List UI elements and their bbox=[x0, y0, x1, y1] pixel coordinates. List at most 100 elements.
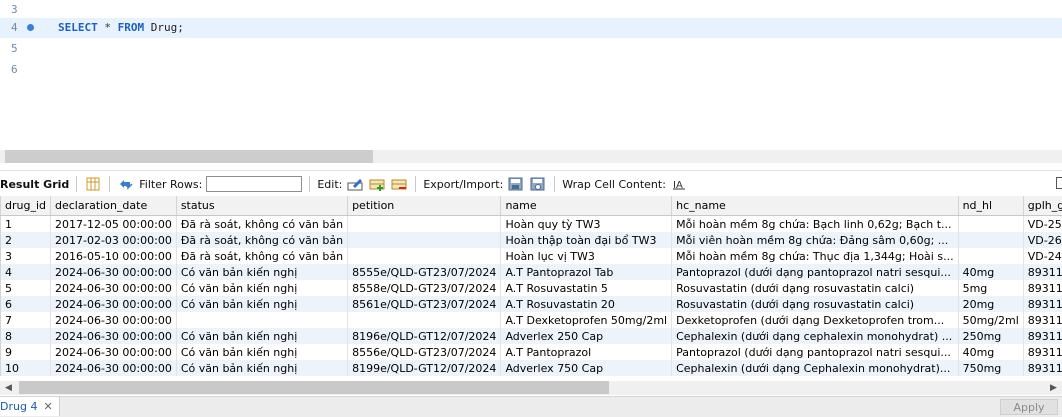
table-row[interactable]: 8 2024-06-30 00:00:00 Có văn bản kiến nghị… bbox=[0, 328, 1062, 344]
delete-row-icon[interactable] bbox=[390, 176, 408, 192]
table-cell[interactable]: Rosuvastatin (dưới dạng rosuvastatin cal… bbox=[671, 296, 959, 312]
wrap-cell-icon[interactable]: IA bbox=[670, 176, 688, 192]
table-cell[interactable]: Đã rà soát, không có văn bản bbox=[176, 215, 349, 232]
table-cell[interactable]: Mỗi hoàn mềm 8g chứa: Thục địa 1,344g; H… bbox=[671, 248, 959, 264]
grid-scrollbar-thumb[interactable] bbox=[19, 381, 609, 394]
table-cell[interactable]: 2024-06-30 00:00:00 bbox=[50, 280, 177, 296]
table-cell[interactable]: Cephalexin (dưới dạng Cephalexin monohyd… bbox=[671, 360, 959, 376]
table-cell[interactable]: 2024-06-30 00:00:00 bbox=[50, 264, 177, 280]
table-cell[interactable]: Hoàn thập toàn đại bổ TW3 bbox=[500, 232, 673, 248]
editor-scrollbar-thumb[interactable] bbox=[5, 150, 373, 163]
table-cell[interactable]: 893110276223 bbox=[1023, 280, 1062, 296]
table-cell[interactable]: VD-25814-16 bbox=[1023, 215, 1062, 232]
panel-toggle-icon[interactable] bbox=[1056, 177, 1062, 189]
sql-statement[interactable]: SELECT * FROM Drug; bbox=[58, 21, 184, 34]
table-cell[interactable]: 8555e/QLD-GT23/07/2024 bbox=[347, 264, 502, 280]
table-cell[interactable]: 8196e/QLD-GT12/07/2024 bbox=[347, 328, 502, 344]
table-cell[interactable]: 893110202123 bbox=[1023, 328, 1062, 344]
table-cell[interactable]: Pantoprazol (dưới dạng pantoprazol natri… bbox=[671, 264, 959, 280]
table-cell[interactable]: 40mg bbox=[958, 344, 1024, 360]
table-cell[interactable]: 7 bbox=[0, 312, 51, 328]
table-cell[interactable]: 2 bbox=[0, 232, 51, 248]
table-cell[interactable]: Pantoprazol (dưới dạng pantoprazol natri… bbox=[671, 344, 959, 360]
table-cell[interactable]: Có văn bản kiến nghị bbox=[176, 296, 349, 312]
table-cell[interactable]: 2024-06-30 00:00:00 bbox=[50, 312, 177, 328]
table-cell[interactable]: 2024-06-30 00:00:00 bbox=[50, 344, 177, 360]
table-cell[interactable]: A.T Pantoprazol Tab bbox=[500, 264, 673, 280]
table-cell[interactable]: 893110236024 bbox=[1023, 360, 1062, 376]
table-cell[interactable]: 2024-06-30 00:00:00 bbox=[50, 360, 177, 376]
sql-editor[interactable]: 3 4 SELECT * FROM Drug; 5 6 bbox=[0, 0, 1062, 150]
table-cell[interactable]: 8556e/QLD-GT23/07/2024 bbox=[347, 344, 502, 360]
table-cell[interactable]: Có văn bản kiến nghị bbox=[176, 280, 349, 296]
column-header[interactable]: petition bbox=[347, 196, 502, 216]
table-cell[interactable]: 750mg bbox=[958, 360, 1024, 376]
refresh-icon[interactable] bbox=[117, 176, 135, 192]
table-cell[interactable]: Cephalexin (dưới dạng cephalexin monohyd… bbox=[671, 328, 959, 344]
table-cell[interactable]: 9 bbox=[0, 344, 51, 360]
table-cell[interactable]: 3 bbox=[0, 248, 51, 264]
table-row[interactable]: 10 2024-06-30 00:00:00 Có văn bản kiến ngh… bbox=[0, 360, 1062, 376]
table-cell[interactable] bbox=[347, 232, 502, 248]
table-cell[interactable] bbox=[958, 215, 1024, 232]
table-cell[interactable]: 2024-06-30 00:00:00 bbox=[50, 296, 177, 312]
table-cell[interactable]: 893110276123 bbox=[1023, 296, 1062, 312]
table-cell[interactable]: 2017-12-05 00:00:00 bbox=[50, 215, 177, 232]
table-row[interactable]: 4 2024-06-30 00:00:00 Có văn bản kiến nghị… bbox=[0, 264, 1062, 280]
table-cell[interactable]: 2016-05-10 00:00:00 bbox=[50, 248, 177, 264]
table-row[interactable]: 6 2024-06-30 00:00:00 Có văn bản kiến nghị… bbox=[0, 296, 1062, 312]
export-icon[interactable] bbox=[507, 176, 525, 192]
table-cell[interactable]: Có văn bản kiến nghị bbox=[176, 328, 349, 344]
column-header[interactable]: declaration_date bbox=[50, 196, 177, 216]
table-cell[interactable]: 40mg bbox=[958, 264, 1024, 280]
table-cell[interactable]: A.T Pantoprazol bbox=[500, 344, 673, 360]
scroll-right-icon[interactable]: ▶ bbox=[1050, 383, 1057, 393]
table-cell[interactable]: Rosuvastatin (dưới dạng rosuvastatin cal… bbox=[671, 280, 959, 296]
table-cell[interactable]: VD-26304-17 bbox=[1023, 232, 1062, 248]
table-cell[interactable]: Dexketoprofen (dưới dạng Dexketoprofen t… bbox=[671, 312, 959, 328]
table-cell[interactable]: Adverlex 250 Cap bbox=[500, 328, 673, 344]
table-cell[interactable]: 6 bbox=[0, 296, 51, 312]
table-cell[interactable]: VD-24300-16 bbox=[1023, 248, 1062, 264]
table-cell[interactable]: A.T Dexketoprofen 50mg/2ml bbox=[500, 312, 673, 328]
table-cell[interactable]: Đã rà soát, không có văn bản bbox=[176, 232, 349, 248]
table-cell[interactable] bbox=[347, 215, 502, 232]
table-cell[interactable]: Có văn bản kiến nghị bbox=[176, 360, 349, 376]
table-cell[interactable]: Đã rà soát, không có văn bản bbox=[176, 248, 349, 264]
table-cell[interactable]: 2024-06-30 00:00:00 bbox=[50, 328, 177, 344]
table-row[interactable]: 1 2017-12-05 00:00:00 Đã rà soát, không có… bbox=[0, 215, 1062, 232]
column-header[interactable]: hc_name bbox=[671, 196, 959, 216]
scroll-left-icon[interactable]: ◀ bbox=[5, 383, 12, 393]
table-cell[interactable]: 2017-02-03 00:00:00 bbox=[50, 232, 177, 248]
table-cell[interactable]: Có văn bản kiến nghị bbox=[176, 264, 349, 280]
table-cell[interactable]: A.T Rosuvastatin 5 bbox=[500, 280, 673, 296]
table-cell[interactable] bbox=[958, 248, 1024, 264]
table-cell[interactable]: 8199e/QLD-GT12/07/2024 bbox=[347, 360, 502, 376]
table-row[interactable]: 9 2024-06-30 00:00:00 Có văn bản kiến nghị… bbox=[0, 344, 1062, 360]
add-row-icon[interactable] bbox=[368, 176, 386, 192]
table-cell[interactable]: Mỗi hoàn mềm 8g chứa: Bạch linh 0,62g; B… bbox=[671, 215, 959, 232]
table-cell[interactable]: Hoàn lục vị TW3 bbox=[500, 248, 673, 264]
table-cell[interactable] bbox=[347, 312, 502, 328]
close-icon[interactable]: ✕ bbox=[43, 400, 52, 413]
result-tab-drug[interactable]: Drug 4 ✕ bbox=[0, 397, 60, 416]
table-cell[interactable]: Hoàn quy tỳ TW3 bbox=[500, 215, 673, 232]
table-cell[interactable]: 8558e/QLD-GT23/07/2024 bbox=[347, 280, 502, 296]
grid-view-icon[interactable] bbox=[84, 176, 102, 192]
column-header[interactable]: drug_id bbox=[0, 196, 51, 216]
edit-row-icon[interactable] bbox=[346, 176, 364, 192]
table-cell[interactable]: Mỗi viên hoàn mềm 8g chứa: Đảng sâm 0,60… bbox=[671, 232, 959, 248]
column-header[interactable]: nd_hl bbox=[958, 196, 1024, 216]
table-row[interactable]: 3 2016-05-10 00:00:00 Đã rà soát, không có… bbox=[0, 248, 1062, 264]
table-cell[interactable]: Adverlex 750 Cap bbox=[500, 360, 673, 376]
table-cell[interactable] bbox=[176, 312, 349, 328]
table-cell[interactable]: 250mg bbox=[958, 328, 1024, 344]
apply-button[interactable]: Apply bbox=[1000, 399, 1058, 415]
table-cell[interactable]: 5 bbox=[0, 280, 51, 296]
table-cell[interactable]: 1 bbox=[0, 215, 51, 232]
table-cell[interactable]: 20mg bbox=[958, 296, 1024, 312]
table-cell[interactable] bbox=[347, 248, 502, 264]
filter-rows-input[interactable] bbox=[206, 176, 303, 192]
table-cell[interactable]: 8561e/QLD-GT23/07/2024 bbox=[347, 296, 502, 312]
table-cell[interactable]: Có văn bản kiến nghị bbox=[176, 344, 349, 360]
